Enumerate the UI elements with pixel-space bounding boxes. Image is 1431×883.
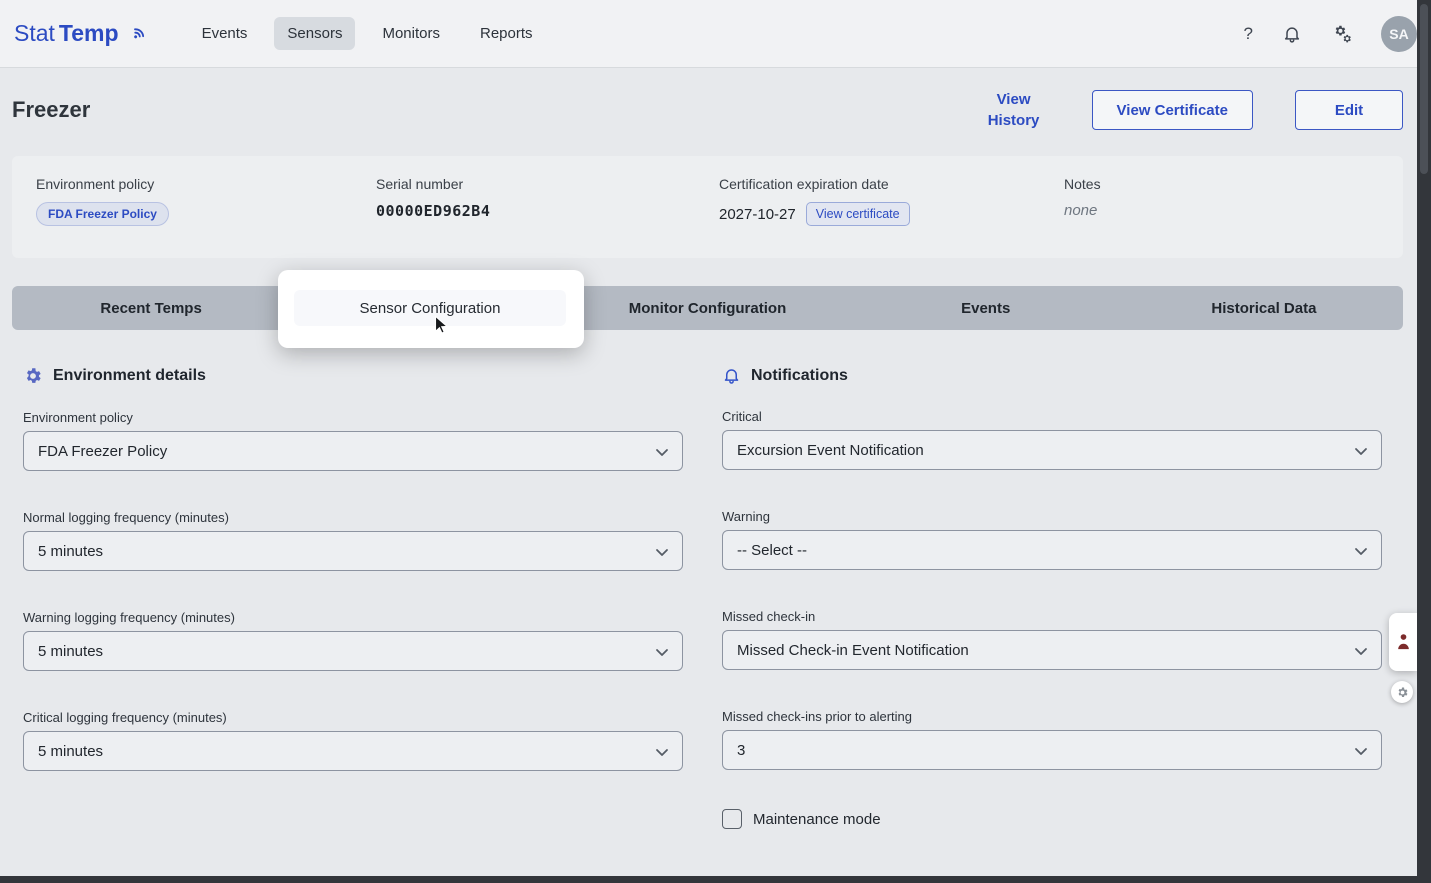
tabs-row: Recent Temps Monitor Configuration Event…: [12, 286, 1403, 330]
summary-environment-policy: Environment policy FDA Freezer Policy: [36, 176, 376, 258]
warning-notification-select-value: -- Select --: [737, 541, 808, 559]
person-icon: [1397, 634, 1409, 650]
maintenance-mode-label: Maintenance mode: [753, 810, 881, 828]
bell-icon: [724, 369, 739, 384]
nav-item-reports[interactable]: Reports: [467, 17, 546, 50]
edit-button[interactable]: Edit: [1295, 90, 1403, 130]
notes-label: Notes: [1064, 176, 1101, 192]
notes-value: none: [1064, 202, 1098, 219]
tabs-wrap: Recent Temps Monitor Configuration Event…: [12, 270, 1403, 348]
scrollbar-thumb[interactable]: [1420, 4, 1428, 174]
cert-expiration-date: 2027-10-27: [719, 205, 796, 223]
view-history-link[interactable]: View History: [978, 89, 1050, 131]
warning-notification-field-label: Warning: [722, 509, 770, 524]
tab-monitor-configuration[interactable]: Monitor Configuration: [568, 286, 846, 330]
summary-serial: Serial number 00000ED962B4: [376, 176, 719, 258]
chevron-down-icon: [1355, 448, 1367, 455]
tab-recent-temps[interactable]: Recent Temps: [12, 286, 290, 330]
notifications-section: Notifications Critical Excursion Event N…: [722, 366, 1382, 829]
critical-notification-select-value: Excursion Event Notification: [737, 441, 924, 459]
widget-settings-bubble[interactable]: [1391, 681, 1413, 703]
missed-checkins-count-field-label: Missed check-ins prior to alerting: [722, 709, 913, 724]
brand-logo[interactable]: Stat Temp: [14, 20, 149, 47]
help-icon[interactable]: ?: [1244, 24, 1253, 44]
environment-policy-field-label: Environment policy: [23, 410, 133, 425]
environment-details-section: Environment details Environment policy F…: [23, 366, 683, 829]
summary-card: Environment policy FDA Freezer Policy Se…: [12, 156, 1403, 258]
maintenance-mode-row: Maintenance mode: [722, 809, 1382, 829]
top-nav: Stat Temp Events Sensors Monitors Reports…: [0, 0, 1431, 68]
cert-expiration-label: Certification expiration date: [719, 176, 889, 192]
warning-frequency-select[interactable]: 5 minutes: [23, 631, 683, 671]
summary-certification: Certification expiration date 2027-10-27…: [719, 176, 1064, 258]
environment-policy-select-value: FDA Freezer Policy: [38, 442, 168, 460]
missed-checkin-field-label: Missed check-in: [722, 609, 816, 624]
nav-right: ? SA: [1244, 15, 1417, 52]
gear-icon: [1398, 686, 1407, 697]
settings-gears-icon[interactable]: [1331, 23, 1353, 45]
tab-sensor-configuration[interactable]: Sensor Configuration: [294, 290, 566, 326]
normal-frequency-select[interactable]: 5 minutes: [23, 531, 683, 571]
chevron-down-icon: [656, 549, 668, 556]
normal-frequency-field-label: Normal logging frequency (minutes): [23, 510, 229, 525]
serial-number-value: 00000ED962B4: [376, 202, 491, 220]
maintenance-mode-checkbox[interactable]: [722, 809, 742, 829]
avatar[interactable]: SA: [1381, 15, 1417, 52]
page-title: Freezer: [12, 97, 91, 122]
chevron-down-icon: [1355, 548, 1367, 555]
header-actions: View History View Certificate Edit: [978, 89, 1403, 131]
chevron-down-icon: [656, 449, 668, 456]
normal-frequency-select-value: 5 minutes: [38, 542, 104, 560]
window-edge: [0, 876, 1431, 883]
serial-number-label: Serial number: [376, 176, 464, 192]
missed-checkins-count-select-value: 3: [737, 741, 746, 759]
environment-policy-chip[interactable]: FDA Freezer Policy: [36, 202, 169, 226]
critical-frequency-field-label: Critical logging frequency (minutes): [23, 710, 227, 725]
sensor-logo-icon: [133, 27, 144, 38]
notifications-title: Notifications: [751, 366, 848, 384]
environment-policy-select[interactable]: FDA Freezer Policy: [23, 431, 683, 471]
bell-icon[interactable]: [1281, 23, 1303, 45]
missed-checkins-count-select[interactable]: 3: [722, 730, 1382, 770]
warning-notification-select[interactable]: -- Select --: [722, 530, 1382, 570]
nav-item-sensors[interactable]: Sensors: [274, 17, 356, 50]
chevron-down-icon: [1355, 748, 1367, 755]
nav-item-monitors[interactable]: Monitors: [369, 17, 453, 50]
chevron-down-icon: [656, 649, 668, 656]
environment-details-title: Environment details: [53, 367, 206, 384]
chevron-down-icon: [1355, 648, 1367, 655]
tour-spotlight: Sensor Configuration: [278, 270, 584, 348]
warning-frequency-select-value: 5 minutes: [38, 642, 104, 660]
scrollbar[interactable]: [1417, 0, 1431, 883]
brand-temp: Temp: [58, 20, 119, 46]
sensor-configuration-panel: Environment details Environment policy F…: [0, 366, 1431, 829]
critical-frequency-select-value: 5 minutes: [38, 742, 104, 760]
chevron-down-icon: [656, 749, 668, 756]
summary-notes: Notes none: [1064, 176, 1403, 258]
page-header: Freezer View History View Certificate Ed…: [0, 68, 1431, 152]
critical-frequency-select[interactable]: 5 minutes: [23, 731, 683, 771]
brand-stat: Stat: [14, 20, 55, 46]
tab-events[interactable]: Events: [847, 286, 1125, 330]
view-certificate-mini-button[interactable]: View certificate: [805, 202, 910, 226]
missed-checkin-select-value: Missed Check-in Event Notification: [737, 641, 969, 659]
critical-notification-select[interactable]: Excursion Event Notification: [722, 430, 1382, 470]
tab-historical-data[interactable]: Historical Data: [1125, 286, 1403, 330]
main-nav: Events Sensors Monitors Reports: [189, 17, 546, 50]
missed-checkin-select[interactable]: Missed Check-in Event Notification: [722, 630, 1382, 670]
environment-policy-label: Environment policy: [36, 176, 155, 192]
nav-item-events[interactable]: Events: [189, 17, 261, 50]
critical-notification-field-label: Critical: [722, 409, 762, 424]
assistant-widget[interactable]: [1389, 613, 1417, 671]
gear-icon: [26, 368, 41, 383]
warning-frequency-field-label: Warning logging frequency (minutes): [23, 610, 235, 625]
view-certificate-button[interactable]: View Certificate: [1091, 90, 1253, 130]
